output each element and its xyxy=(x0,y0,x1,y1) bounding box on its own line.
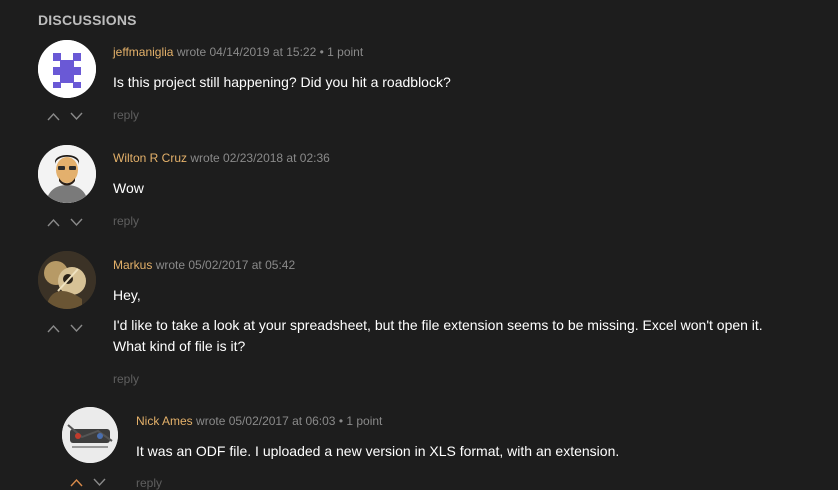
comment-meta: Wilton R Cruz wrote 02/23/2018 at 02:36 xyxy=(113,151,330,165)
reply-link[interactable]: reply xyxy=(113,372,139,386)
comment-author[interactable]: Markus xyxy=(113,258,152,272)
comment-meta: Nick Ames wrote 05/02/2017 at 06:03 • 1 … xyxy=(136,414,382,428)
reply-link[interactable]: reply xyxy=(113,108,139,122)
comment-paragraph: Wow xyxy=(113,180,144,196)
comment-paragraph: It was an ODF file. I uploaded a new ver… xyxy=(136,443,620,459)
comment-author[interactable]: Wilton R Cruz xyxy=(113,151,187,165)
avatar[interactable] xyxy=(38,251,96,309)
upvote-icon[interactable] xyxy=(47,112,60,121)
cartoon-portrait-avatar-icon xyxy=(38,145,96,203)
downvote-icon[interactable] xyxy=(70,324,83,333)
downvote-icon[interactable] xyxy=(70,218,83,227)
circuit-photo-avatar-icon xyxy=(62,407,118,463)
avatar[interactable] xyxy=(62,407,118,463)
comment-date: wrote 02/23/2018 at 02:36 xyxy=(190,151,330,165)
discussions-heading: DISCUSSIONS xyxy=(38,12,137,28)
comment-body: Wow xyxy=(113,178,813,199)
avatar[interactable] xyxy=(38,40,96,98)
comment-meta: jeffmaniglia wrote 04/14/2019 at 15:22 •… xyxy=(113,45,363,59)
vote-controls xyxy=(47,324,83,333)
comment-body: Is this project still happening? Did you… xyxy=(113,72,813,93)
vote-controls xyxy=(47,112,83,121)
comment-body: It was an ODF file. I uploaded a new ver… xyxy=(136,441,826,462)
upvote-icon[interactable] xyxy=(47,324,60,333)
comment-date: wrote 05/02/2017 at 06:03 xyxy=(196,414,336,428)
comment-meta: Markus wrote 05/02/2017 at 05:42 xyxy=(113,258,295,272)
reply-link[interactable]: reply xyxy=(113,214,139,228)
upvote-icon[interactable] xyxy=(47,218,60,227)
avatar[interactable] xyxy=(38,145,96,203)
comment-paragraph: Hey, xyxy=(113,287,141,303)
sepia-photo-avatar-icon xyxy=(38,251,96,309)
comment-paragraph: I'd like to take a look at your spreadsh… xyxy=(113,317,763,354)
downvote-icon[interactable] xyxy=(70,112,83,121)
comment-paragraph: Is this project still happening? Did you… xyxy=(113,74,451,90)
comment-author[interactable]: jeffmaniglia xyxy=(113,45,173,59)
comment-points: • 1 point xyxy=(319,45,364,59)
reply-link[interactable]: reply xyxy=(136,476,162,490)
vote-controls xyxy=(47,218,83,227)
comment-author[interactable]: Nick Ames xyxy=(136,414,193,428)
comment-date: wrote 04/14/2019 at 15:22 xyxy=(176,45,317,59)
comment-date: wrote 05/02/2017 at 05:42 xyxy=(155,258,296,272)
comment-body: Hey, I'd like to take a look at your spr… xyxy=(113,285,781,357)
identicon-avatar-icon xyxy=(38,40,96,98)
comment-points: • 1 point xyxy=(338,414,383,428)
